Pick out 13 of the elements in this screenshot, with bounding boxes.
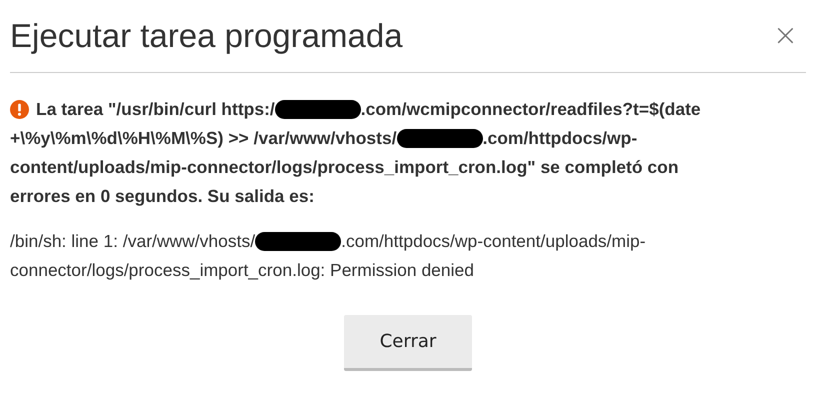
error-icon [10, 100, 29, 119]
close-button[interactable]: × [764, 21, 806, 51]
message-text: content/uploads/mip-connector/logs/process_import_cron.log" se completó con [10, 156, 679, 179]
dialog-title: Ejecutar tarea programada [10, 17, 403, 55]
message-text: .com/wcmipconnector/readfiles?t=$(date [360, 98, 701, 121]
output-text: .com/httpdocs/wp-content/uploads/mip- [341, 230, 646, 253]
message-text: La tarea "/usr/bin/curl https:/ [36, 98, 275, 121]
close-dialog-button[interactable]: Cerrar [344, 315, 472, 371]
output-text: /bin/sh: line 1: /var/www/vhosts/ [10, 230, 256, 253]
output-text: connector/logs/process_import_cron.log: Permission denied [10, 259, 474, 282]
message-text: .com/httpdocs/wp- [482, 127, 638, 150]
message-text: +\%y\%m\%d\%H\%M\%S) >> /var/www/vhosts/ [10, 127, 397, 150]
message-text: errores en 0 segundos. Su salida es: [10, 185, 314, 208]
